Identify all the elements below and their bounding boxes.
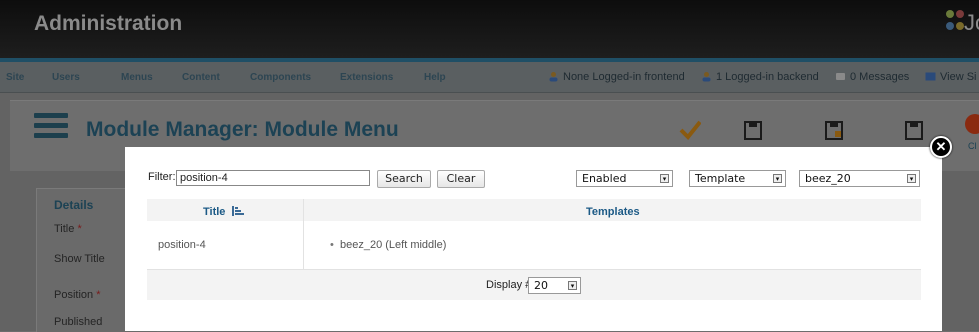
field-label-show-title: Show Title [54, 253, 105, 265]
sort-ascending-icon[interactable] [232, 206, 244, 216]
column-header-title[interactable]: Title [203, 206, 225, 218]
template-select-value: beez_20 [805, 172, 851, 185]
chevron-down-icon: ▾ [907, 174, 916, 183]
type-select[interactable]: Template ▾ [689, 170, 786, 187]
type-select-value: Template [695, 172, 746, 185]
display-limit-label: Display # [486, 279, 532, 291]
table-header [147, 199, 921, 222]
filter-label: Filter: [148, 171, 176, 183]
row-template-cell: beez_20 (Left middle) [340, 239, 447, 251]
joomla-logo-icon [946, 10, 964, 30]
display-limit-select[interactable]: 20 ▾ [528, 277, 581, 294]
brand-text: Jo [964, 10, 979, 35]
save-copy-icon[interactable] [903, 118, 925, 142]
search-button[interactable]: Search [377, 170, 431, 188]
backend-users-status: 1 Logged-in backend [716, 71, 819, 83]
menu-item-components[interactable]: Components [250, 72, 311, 83]
field-label-published: Published [54, 316, 103, 328]
save-icon[interactable] [742, 118, 764, 142]
admin-title: Administration [34, 12, 183, 35]
bullet-icon: • [330, 239, 334, 251]
save-check-icon[interactable] [679, 118, 701, 142]
menu-item-extensions[interactable]: Extensions [340, 72, 393, 83]
chevron-down-icon: ▾ [773, 174, 782, 183]
details-legend: Details [54, 198, 94, 212]
users-icon [702, 72, 711, 82]
menu-item-users[interactable]: Users [52, 72, 80, 83]
state-select-value: Enabled [582, 172, 627, 185]
view-site-link[interactable]: View Si [940, 71, 976, 83]
messages-icon [836, 73, 845, 80]
field-label-position: Position * [54, 289, 101, 301]
chevron-down-icon: ▾ [660, 174, 669, 183]
close-toolbar-label[interactable]: Cl [968, 141, 977, 151]
menu-item-help[interactable]: Help [424, 72, 446, 83]
page-title: Module Manager: Module Menu [86, 118, 399, 141]
row-title-cell[interactable]: position-4 [158, 239, 206, 251]
menu-item-menus[interactable]: Menus [121, 72, 153, 83]
messages-status[interactable]: 0 Messages [850, 71, 909, 83]
field-label-title: Title * [54, 223, 82, 235]
column-header-templates: Templates [586, 206, 640, 218]
filter-search-input[interactable] [176, 170, 370, 186]
module-manager-icon [34, 113, 68, 145]
frontend-users-status: None Logged-in frontend [563, 71, 685, 83]
column-divider [303, 199, 304, 269]
display-limit-value: 20 [534, 279, 548, 292]
state-select[interactable]: Enabled ▾ [576, 170, 673, 187]
admin-menu-bar: Site Users Menus Content Components Exte… [0, 62, 979, 93]
view-site-icon [925, 72, 936, 81]
close-toolbar-icon[interactable] [965, 114, 979, 134]
close-modal-icon[interactable]: ✕ [930, 136, 952, 158]
menu-item-site[interactable]: Site [6, 72, 24, 83]
menu-item-content[interactable]: Content [182, 72, 220, 83]
chevron-down-icon: ▾ [568, 281, 577, 290]
users-icon [549, 72, 558, 82]
clear-button[interactable]: Clear [437, 170, 485, 188]
save-new-icon[interactable] [823, 118, 845, 142]
admin-header: Administration Jo [0, 0, 979, 58]
template-select[interactable]: beez_20 ▾ [799, 170, 920, 187]
table-row[interactable] [147, 221, 921, 270]
